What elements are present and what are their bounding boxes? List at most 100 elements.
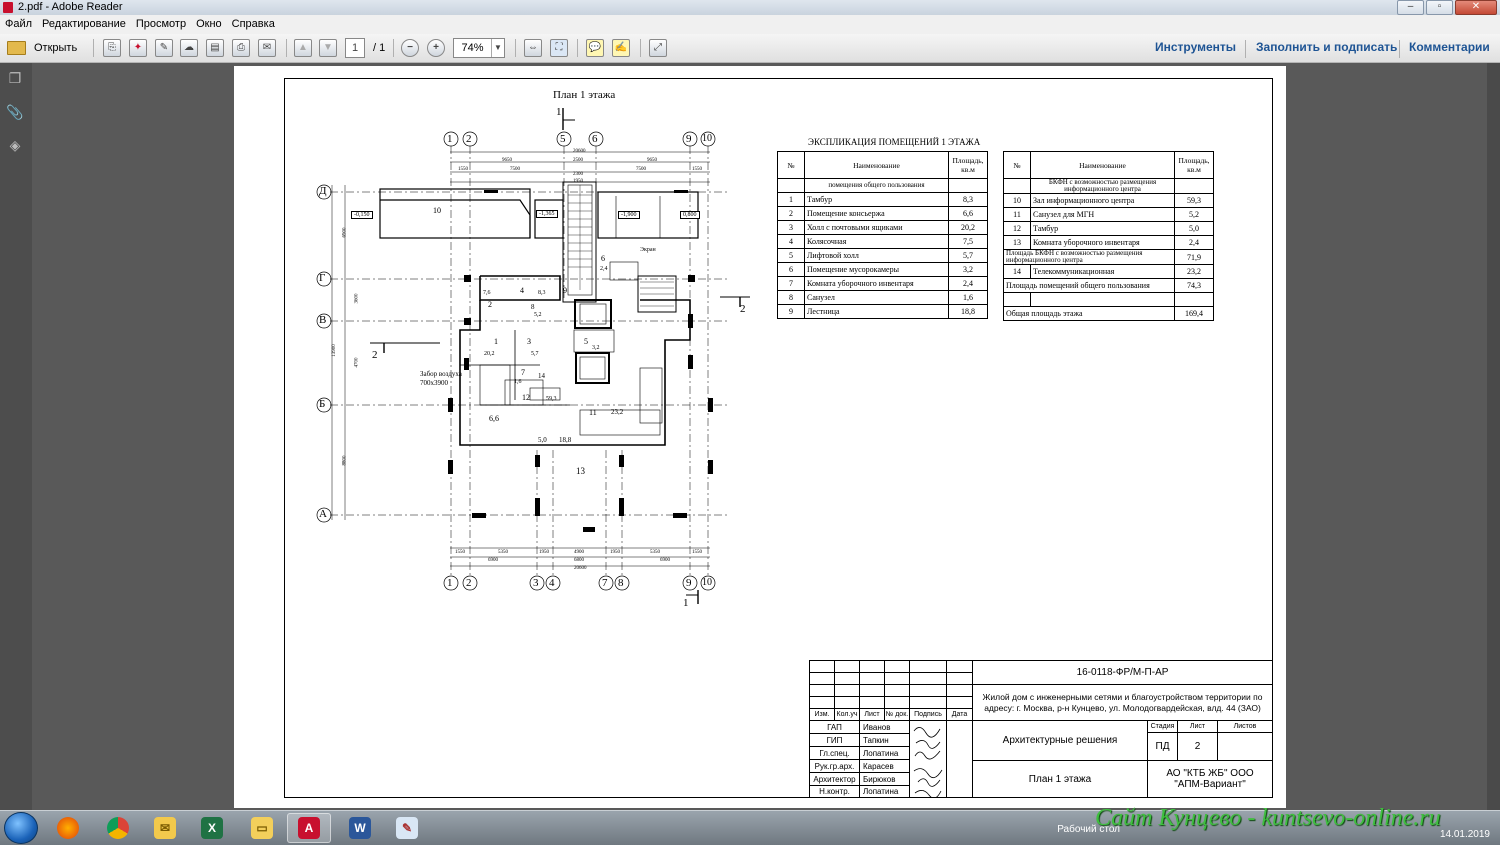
adobe-reader-icon: A <box>298 817 320 839</box>
role: ГИП <box>809 733 860 747</box>
dimension-text: 2500 <box>573 158 583 163</box>
menu-window[interactable]: Окно <box>191 15 227 32</box>
axis-label: 6 <box>592 133 598 145</box>
excel-icon: X <box>201 817 223 839</box>
zoom-select[interactable]: 74% ▼ <box>453 38 505 58</box>
attachments-icon[interactable]: 📎 <box>6 103 24 121</box>
taskbar-mail[interactable]: ✉ <box>143 813 187 843</box>
fullscreen-icon[interactable]: ⤢ <box>649 39 667 57</box>
dimension-text: 1550 <box>455 550 465 555</box>
level-mark: 0,800 <box>680 211 700 219</box>
area-label: 1,6 <box>514 379 522 385</box>
table-row: 7 Комната уборочного инвентаря 2,4 <box>777 276 988 291</box>
dimension-text: 9650 <box>502 158 512 163</box>
comment-icon[interactable]: 💬 <box>586 39 604 57</box>
menu-file[interactable]: Файл <box>0 15 37 32</box>
menu-view[interactable]: Просмотр <box>131 15 191 32</box>
axis-label: 3 <box>533 577 539 589</box>
clock-date[interactable]: 14.01.2019 <box>1440 829 1490 840</box>
fit-width-icon[interactable]: ⇔ <box>524 39 542 57</box>
person: Тапкин <box>859 733 910 747</box>
export-pdf-icon[interactable]: ✦ <box>129 39 147 57</box>
maximize-button[interactable]: ▫ <box>1426 0 1453 15</box>
paint-icon: ✎ <box>396 817 418 839</box>
dimension-text: 6800 <box>574 558 584 563</box>
table-row: 6 Помещение мусорокамеры 3,2 <box>777 262 988 277</box>
dimension-text: 13900 <box>331 344 337 357</box>
pdf-app-icon <box>3 2 13 13</box>
close-button[interactable]: ✕ <box>1455 0 1497 15</box>
room-label: 2 <box>488 300 492 309</box>
print-icon[interactable]: ⎙ <box>232 39 250 57</box>
prev-page-icon[interactable]: ▲ <box>294 39 312 57</box>
dimension-text: 5350 <box>650 550 660 555</box>
taskbar-word[interactable]: W <box>338 813 382 843</box>
object-description: Жилой дом с инженерными сетями и благоус… <box>972 684 1273 721</box>
zoom-value: 74% <box>461 42 484 54</box>
air-intake-note: Забор воздуха 700x3900 <box>420 370 462 387</box>
explication-title: ЭКСПЛИКАЦИЯ ПОМЕЩЕНИЙ 1 ЭТАЖА <box>808 137 981 147</box>
highlight-icon[interactable]: ✍ <box>612 39 630 57</box>
area-label: 20,2 <box>484 351 495 357</box>
next-page-icon[interactable]: ▼ <box>319 39 337 57</box>
zoom-in-icon[interactable]: + <box>427 39 445 57</box>
menu-help[interactable]: Справка <box>227 15 280 32</box>
sheet-value: 2 <box>1177 732 1218 761</box>
room-label: 4 <box>520 286 524 295</box>
area-label: 7,6 <box>483 290 491 296</box>
axis-label: 5 <box>560 133 566 145</box>
axis-label: 4 <box>549 577 555 589</box>
dimension-text: 20600 <box>573 149 586 154</box>
section-header: БКФН с возможностью размещения информаци… <box>1030 178 1175 194</box>
create-pdf-icon[interactable]: ⎘ <box>103 39 121 57</box>
table-row: Общая площадь этажа 169,4 <box>1003 306 1214 321</box>
room-label: 10 <box>433 206 441 215</box>
table-row: 9 Лестница 18,8 <box>777 304 988 319</box>
area-label: 8,3 <box>538 290 546 296</box>
area-label: 2,4 <box>600 266 608 272</box>
taskbar-explorer[interactable]: ▭ <box>240 813 284 843</box>
taskbar-firefox[interactable] <box>46 813 90 843</box>
mail-icon: ✉ <box>154 817 176 839</box>
taskbar-paint[interactable]: ✎ <box>385 813 429 843</box>
tools-link[interactable]: Инструменты <box>1155 40 1236 54</box>
edit-icon[interactable]: ✎ <box>155 39 173 57</box>
taskbar-chrome[interactable] <box>96 813 140 843</box>
axis-label: В <box>319 314 327 326</box>
upload-icon[interactable]: ☁ <box>180 39 198 57</box>
page-number-input[interactable]: 1 <box>345 38 365 58</box>
page-thumbnails-icon[interactable]: ❐ <box>6 69 24 87</box>
fit-page-icon[interactable]: ⛶ <box>550 39 568 57</box>
fill-sign-link[interactable]: Заполнить и подписать <box>1256 40 1397 54</box>
table-row: 4 Колясочная 7,5 <box>777 234 988 249</box>
dimension-text: 6900 <box>488 558 498 563</box>
firefox-icon <box>57 817 79 839</box>
axis-label: 9 <box>686 577 692 589</box>
sheet-title: План 1 этажа <box>972 760 1148 798</box>
email-icon[interactable]: ✉ <box>258 39 276 57</box>
zoom-out-icon[interactable]: − <box>401 39 419 57</box>
taskbar-adobe-reader[interactable]: A <box>287 813 331 843</box>
col-name: Наименование <box>804 151 949 179</box>
role: Архитектор <box>809 772 860 786</box>
open-button[interactable]: Открыть <box>7 38 77 58</box>
role: Рук.гр.арх. <box>809 759 860 773</box>
table-row: 2 Помещение консьержа 6,6 <box>777 206 988 221</box>
person: Лопатина <box>859 785 910 798</box>
minimize-button[interactable]: – <box>1397 0 1424 15</box>
vertical-scrollbar[interactable] <box>1487 63 1500 810</box>
axis-label: 2 <box>466 133 472 145</box>
level-mark: -0,150 <box>351 211 373 219</box>
dimension-text: 6900 <box>342 227 348 238</box>
save-icon[interactable]: ▤ <box>206 39 224 57</box>
axis-label: 1 <box>447 577 453 589</box>
room-label: 6,6 <box>489 414 499 423</box>
taskbar-excel[interactable]: X <box>190 813 234 843</box>
area-label: 59,3 <box>546 396 557 402</box>
comments-link[interactable]: Комментарии <box>1409 40 1490 54</box>
menu-edit[interactable]: Редактирование <box>37 15 131 32</box>
folder-icon: ▭ <box>251 817 273 839</box>
layers-icon[interactable]: ◈ <box>6 136 24 154</box>
axis-label: Б <box>319 398 326 410</box>
start-button[interactable] <box>4 812 38 844</box>
